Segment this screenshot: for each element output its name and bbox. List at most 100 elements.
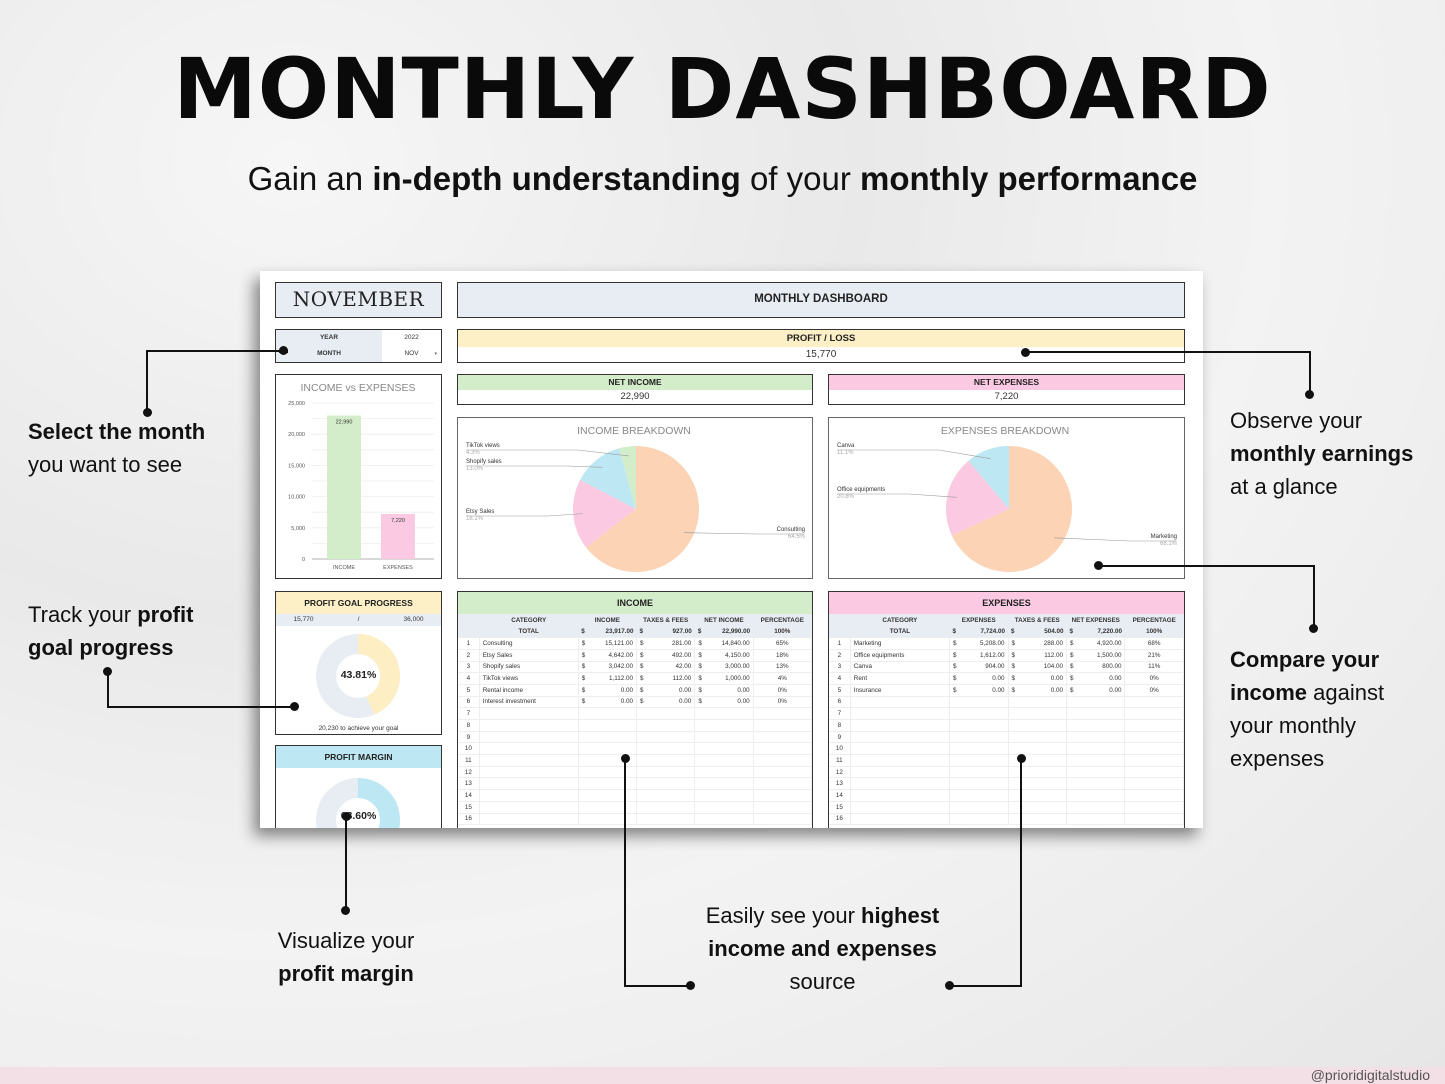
table-row[interactable]: 4 TikTok views $1,112.00 $112.00 $1,000.00 4% [458, 672, 813, 685]
category-cell[interactable] [479, 766, 579, 779]
category-cell[interactable] [479, 801, 579, 814]
taxes-cell[interactable]: $281.00 [636, 637, 696, 650]
taxes-cell[interactable] [1008, 777, 1067, 791]
category-cell[interactable]: Shopify sales [479, 661, 579, 674]
amount-cell[interactable] [949, 777, 1009, 791]
table-row[interactable]: 1 Marketing $5,208.00 $288.00 $4,920.00 68% [829, 637, 1184, 650]
amount-cell[interactable]: $5,208.00 [949, 637, 1009, 650]
table-row[interactable]: 14 [458, 789, 813, 802]
taxes-cell[interactable] [636, 719, 696, 732]
table-row[interactable]: 1 Consulting $15,121.00 $281.00 $14,840.00 65… [458, 637, 813, 650]
category-cell[interactable]: Marketing [850, 637, 951, 650]
category-cell[interactable] [479, 777, 579, 791]
chevron-down-icon[interactable]: ▾ [434, 346, 437, 362]
taxes-cell[interactable]: $0.00 [1008, 684, 1067, 697]
amount-cell[interactable] [949, 789, 1009, 802]
amount-cell[interactable] [949, 696, 1009, 709]
amount-cell[interactable]: $0.00 [949, 684, 1009, 697]
category-cell[interactable] [850, 731, 951, 744]
taxes-cell[interactable] [636, 707, 696, 720]
table-row[interactable]: 8 [458, 719, 813, 732]
amount-cell[interactable] [578, 731, 638, 744]
taxes-cell[interactable] [1008, 731, 1067, 744]
amount-cell[interactable]: $1,612.00 [949, 649, 1009, 662]
table-row[interactable]: 4 Rent $0.00 $0.00 $0.00 0% [829, 672, 1184, 685]
category-cell[interactable]: Office equipments [850, 649, 951, 662]
table-row[interactable]: 7 [829, 707, 1184, 720]
category-cell[interactable]: TikTok views [479, 672, 579, 685]
category-cell[interactable] [850, 813, 951, 826]
taxes-cell[interactable]: $288.00 [1008, 637, 1067, 650]
taxes-cell[interactable] [1008, 707, 1067, 720]
category-cell[interactable]: Rental income [479, 684, 579, 697]
table-row[interactable]: 16 [829, 813, 1184, 826]
amount-cell[interactable] [949, 766, 1009, 779]
amount-cell[interactable] [578, 801, 638, 814]
amount-cell[interactable] [949, 719, 1009, 732]
taxes-cell[interactable]: $112.00 [636, 672, 696, 685]
table-row[interactable]: 11 [829, 754, 1184, 767]
category-cell[interactable] [850, 789, 951, 802]
amount-cell[interactable]: $904.00 [949, 661, 1009, 674]
taxes-cell[interactable]: $104.00 [1008, 661, 1067, 674]
category-cell[interactable] [479, 754, 579, 767]
taxes-cell[interactable] [636, 813, 696, 826]
amount-cell[interactable]: $0.00 [578, 684, 638, 697]
taxes-cell[interactable] [636, 731, 696, 744]
amount-cell[interactable] [578, 777, 638, 791]
table-row[interactable]: 3 Shopify sales $3,042.00 $42.00 $3,000.00 13… [458, 661, 813, 674]
category-cell[interactable]: Etsy Sales [479, 649, 579, 662]
taxes-cell[interactable]: $0.00 [636, 696, 696, 709]
table-row[interactable]: 3 Canva $904.00 $104.00 $800.00 11% [829, 661, 1184, 674]
category-cell[interactable]: Canva [850, 661, 951, 674]
category-cell[interactable] [479, 731, 579, 744]
amount-cell[interactable] [949, 813, 1009, 826]
taxes-cell[interactable] [636, 801, 696, 814]
table-row[interactable]: 2 Etsy Sales $4,642.00 $492.00 $4,150.00 18% [458, 649, 813, 662]
category-cell[interactable] [479, 742, 579, 756]
month-select[interactable]: NOV ▾ [382, 346, 441, 362]
table-row[interactable]: 16 [458, 813, 813, 826]
category-cell[interactable] [850, 742, 951, 756]
category-cell[interactable] [850, 766, 951, 779]
amount-cell[interactable] [949, 707, 1009, 720]
table-row[interactable]: 11 [458, 754, 813, 767]
taxes-cell[interactable] [1008, 696, 1067, 709]
table-row[interactable]: 9 [829, 731, 1184, 744]
category-cell[interactable]: Rent [850, 672, 951, 685]
taxes-cell[interactable]: $0.00 [636, 684, 696, 697]
amount-cell[interactable]: $0.00 [949, 672, 1009, 685]
table-row[interactable]: 7 [458, 707, 813, 720]
category-cell[interactable] [479, 719, 579, 732]
amount-cell[interactable]: $1,112.00 [578, 672, 638, 685]
table-row[interactable]: 10 [829, 742, 1184, 756]
category-cell[interactable] [850, 707, 951, 720]
table-row[interactable]: 8 [829, 719, 1184, 732]
table-row[interactable]: 12 [829, 766, 1184, 779]
category-cell[interactable] [850, 777, 951, 791]
table-row[interactable]: 14 [829, 789, 1184, 802]
table-row[interactable]: 12 [458, 766, 813, 779]
taxes-cell[interactable] [636, 766, 696, 779]
category-cell[interactable]: Consulting [479, 637, 579, 650]
taxes-cell[interactable]: $112.00 [1008, 649, 1067, 662]
amount-cell[interactable] [949, 742, 1009, 756]
table-row[interactable]: 13 [829, 777, 1184, 791]
amount-cell[interactable]: $4,642.00 [578, 649, 638, 662]
category-cell[interactable] [850, 696, 951, 709]
category-cell[interactable] [850, 754, 951, 767]
category-cell[interactable] [850, 719, 951, 732]
taxes-cell[interactable] [1008, 789, 1067, 802]
table-row[interactable]: 15 [829, 801, 1184, 814]
table-row[interactable]: 5 Insurance $0.00 $0.00 $0.00 0% [829, 684, 1184, 697]
amount-cell[interactable]: $3,042.00 [578, 661, 638, 674]
category-cell[interactable]: Interest investment [479, 696, 579, 709]
taxes-cell[interactable] [636, 742, 696, 756]
amount-cell[interactable] [949, 801, 1009, 814]
category-cell[interactable]: Insurance [850, 684, 951, 697]
amount-cell[interactable] [949, 754, 1009, 767]
table-row[interactable]: 10 [458, 742, 813, 756]
table-row[interactable]: 9 [458, 731, 813, 744]
taxes-cell[interactable] [636, 754, 696, 767]
taxes-cell[interactable] [1008, 801, 1067, 814]
